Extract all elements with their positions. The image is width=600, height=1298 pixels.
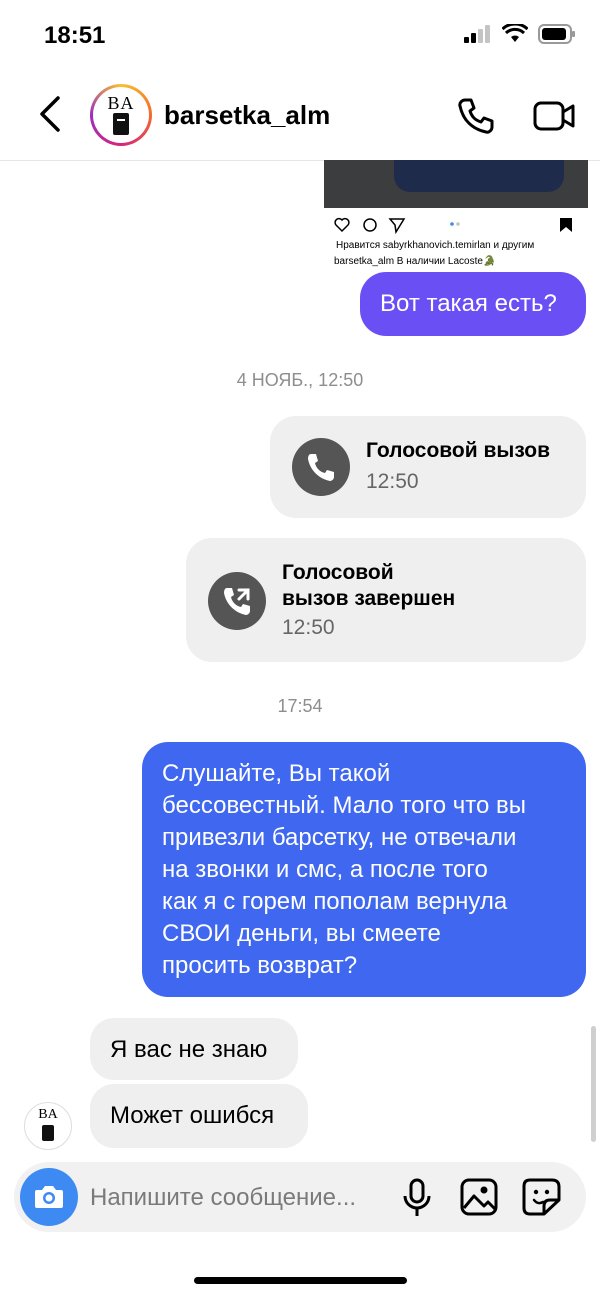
outgoing-message[interactable]: Слушайте, Вы такой бессовестный. Мало то… bbox=[142, 742, 586, 997]
message-line: привезли барсетку, не отвечали bbox=[162, 824, 517, 851]
voice-call-card[interactable]: Голосовой вызов 12:50 bbox=[270, 416, 586, 518]
phone-call-icon bbox=[292, 438, 350, 496]
microphone-icon[interactable] bbox=[400, 1178, 434, 1218]
message-composer: Напишите сообщение... bbox=[14, 1162, 586, 1232]
status-time: 18:51 bbox=[44, 22, 106, 49]
call-ended-icon bbox=[208, 572, 266, 630]
contact-avatar[interactable]: BA bbox=[90, 84, 152, 146]
sender-avatar-logo: BA bbox=[38, 1107, 58, 1122]
message-input[interactable]: Напишите сообщение... bbox=[90, 1184, 356, 1212]
scrollbar[interactable] bbox=[591, 1026, 596, 1142]
shared-post[interactable]: Нравится sabyrkhanovich.temirlan и други… bbox=[324, 160, 588, 272]
back-arrow-icon[interactable] bbox=[34, 94, 70, 134]
bag-icon bbox=[113, 113, 129, 135]
home-indicator[interactable] bbox=[194, 1277, 407, 1284]
camera-icon bbox=[35, 1186, 63, 1208]
message-line: просить возврат? bbox=[162, 952, 358, 979]
camera-button[interactable] bbox=[20, 1168, 78, 1226]
call-time: 12:50 bbox=[282, 616, 335, 639]
message-line: Слушайте, Вы такой bbox=[162, 760, 391, 787]
outgoing-message[interactable]: Вот такая есть? bbox=[360, 272, 586, 336]
incoming-message[interactable]: Я вас не знаю bbox=[90, 1018, 298, 1080]
timestamp-divider: 17:54 bbox=[277, 696, 323, 716]
call-title: Голосовой вызов bbox=[366, 439, 550, 462]
message-text: Я вас не знаю bbox=[110, 1036, 268, 1063]
heart-icon bbox=[334, 217, 350, 233]
voice-call-ended-card[interactable]: Голосовой вызов завершен 12:50 bbox=[186, 538, 586, 662]
phone-icon[interactable] bbox=[456, 96, 496, 136]
post-likes: Нравится sabyrkhanovich.temirlan и други… bbox=[336, 240, 535, 251]
message-line: на звонки и смс, а после того bbox=[162, 856, 488, 883]
call-time: 12:50 bbox=[366, 470, 419, 493]
timestamp-divider: 4 НОЯБ., 12:50 bbox=[236, 370, 364, 390]
bookmark-icon bbox=[560, 218, 572, 232]
message-line: бессовестный. Мало того что вы bbox=[162, 792, 526, 819]
bag-icon bbox=[42, 1125, 54, 1141]
share-icon bbox=[388, 218, 406, 234]
cellular-signal-icon bbox=[464, 25, 490, 43]
post-bag-photo bbox=[394, 160, 564, 192]
gallery-icon[interactable] bbox=[460, 1178, 498, 1216]
post-caption: barsetka_alm В наличии Lacoste🐊 bbox=[334, 256, 496, 267]
sender-avatar[interactable]: BA bbox=[24, 1102, 72, 1150]
post-actions bbox=[334, 217, 572, 234]
message-text: Может ошибся bbox=[110, 1102, 275, 1129]
message-line: СВОИ деньги, вы смеете bbox=[162, 920, 441, 947]
comment-icon bbox=[363, 218, 377, 232]
chat-header: BA barsetka_alm bbox=[0, 70, 600, 161]
incoming-message[interactable]: Может ошибся bbox=[90, 1084, 308, 1148]
call-title-line2: вызов завершен bbox=[282, 587, 456, 610]
message-line: как я с горем пополам вернула bbox=[162, 888, 508, 915]
wifi-icon bbox=[502, 24, 528, 42]
post-image bbox=[324, 160, 588, 208]
battery-icon bbox=[538, 24, 575, 44]
video-call-icon[interactable] bbox=[532, 96, 576, 136]
message-text: Вот такая есть? bbox=[380, 290, 557, 317]
avatar-logo-text: BA bbox=[107, 93, 135, 113]
message-text: Слушайте, Вы такой бессовестный. Мало то… bbox=[162, 758, 526, 982]
sticker-icon[interactable] bbox=[522, 1178, 562, 1216]
contact-username[interactable]: barsetka_alm bbox=[164, 100, 330, 131]
status-icons bbox=[464, 24, 576, 44]
